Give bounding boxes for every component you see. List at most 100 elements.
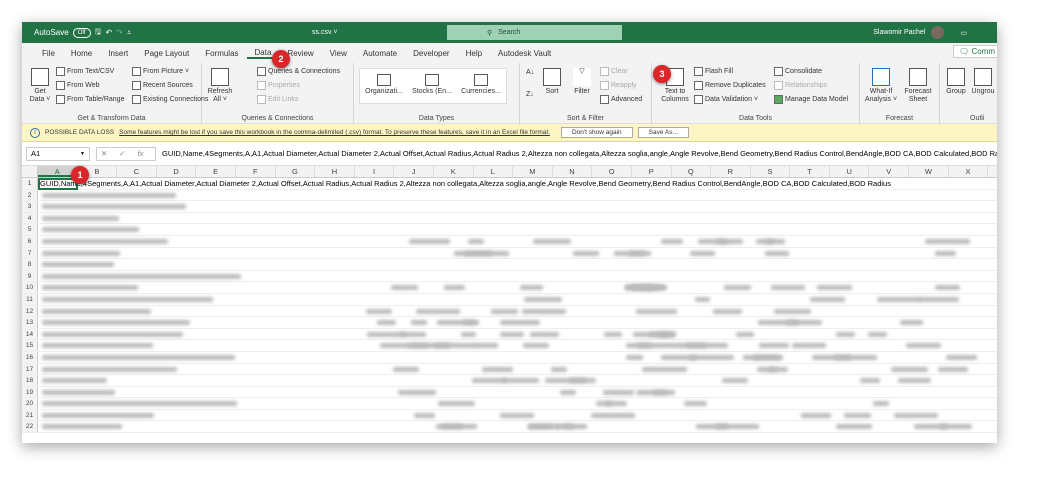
column-header-O[interactable]: O bbox=[592, 166, 632, 177]
refresh-all-button[interactable]: Refresh All ˅ bbox=[206, 68, 234, 104]
row-header[interactable]: 9 bbox=[22, 270, 38, 282]
advanced-filter-button[interactable]: Advanced bbox=[600, 95, 642, 104]
tab-insert[interactable]: Insert bbox=[100, 49, 136, 58]
spreadsheet-grid[interactable]: ABCDEFGHIJKLMNOPQRSTUVWX 1 GUID,Name,4Seg… bbox=[22, 166, 997, 434]
tab-formulas[interactable]: Formulas bbox=[197, 49, 246, 58]
column-header-T[interactable]: T bbox=[790, 166, 830, 177]
data-types-gallery[interactable]: Organizati... Stocks (En... Currencies..… bbox=[359, 68, 507, 104]
column-header-C[interactable]: C bbox=[117, 166, 157, 177]
column-header-X[interactable]: X bbox=[949, 166, 989, 177]
column-header-S[interactable]: S bbox=[751, 166, 791, 177]
save-icon[interactable]: 🖫 bbox=[95, 26, 102, 40]
tab-file[interactable]: File bbox=[34, 49, 63, 58]
remove-duplicates-button[interactable]: Remove Duplicates bbox=[694, 81, 766, 90]
cancel-icon[interactable]: ✕ bbox=[101, 149, 107, 158]
relationships-button[interactable]: Relationships bbox=[774, 81, 827, 90]
row-header[interactable]: 13 bbox=[22, 317, 38, 328]
name-box[interactable]: A1 ▼ bbox=[26, 146, 90, 161]
manage-data-model-button[interactable]: Manage Data Model bbox=[774, 95, 848, 104]
flash-fill-button[interactable]: Flash Fill bbox=[694, 67, 733, 76]
row-header[interactable]: 10 bbox=[22, 282, 38, 293]
column-header-V[interactable]: V bbox=[869, 166, 910, 177]
column-header-E[interactable]: E bbox=[196, 166, 236, 177]
group-button[interactable]: Group bbox=[944, 68, 968, 96]
file-name[interactable]: ss.csv ˅ bbox=[312, 29, 337, 36]
row-header[interactable]: 5 bbox=[22, 224, 38, 235]
row-header[interactable]: 6 bbox=[22, 235, 38, 247]
column-header-W[interactable]: W bbox=[909, 166, 949, 177]
column-header-U[interactable]: U bbox=[830, 166, 870, 177]
edit-links-button[interactable]: Edit Links bbox=[257, 95, 298, 104]
sort-button[interactable]: Sort bbox=[542, 68, 562, 96]
tab-page-layout[interactable]: Page Layout bbox=[136, 49, 197, 58]
row-header[interactable]: 2 bbox=[22, 189, 38, 201]
customize-icon[interactable]: ⩡ bbox=[127, 28, 132, 38]
column-header-R[interactable]: R bbox=[711, 166, 751, 177]
enter-icon[interactable]: ✓ bbox=[119, 149, 125, 158]
column-header-D[interactable]: D bbox=[157, 166, 197, 177]
get-data-button[interactable]: Get Data ˅ bbox=[28, 68, 52, 104]
row-header[interactable]: 22 bbox=[22, 421, 38, 433]
queries-connections-button[interactable]: Queries & Connections bbox=[257, 67, 340, 76]
autosave-toggle[interactable]: Off bbox=[72, 27, 91, 38]
row-header[interactable]: 1 bbox=[22, 178, 38, 189]
consolidate-button[interactable]: Consolidate bbox=[774, 67, 822, 76]
row-header[interactable]: 4 bbox=[22, 212, 38, 224]
column-header-M[interactable]: M bbox=[513, 166, 553, 177]
from-picture-button[interactable]: From Picture ˅ bbox=[132, 67, 189, 76]
notification-message[interactable]: Some features might be lost if you save … bbox=[119, 129, 550, 136]
row-header[interactable]: 12 bbox=[22, 305, 38, 317]
row-header[interactable]: 17 bbox=[22, 363, 38, 375]
column-header-H[interactable]: H bbox=[315, 166, 355, 177]
column-header-J[interactable]: J bbox=[394, 166, 434, 177]
row-header[interactable]: 3 bbox=[22, 201, 38, 212]
filter-button[interactable]: ▽ Filter bbox=[572, 68, 592, 96]
from-table-button[interactable]: From Table/Range bbox=[56, 95, 124, 104]
search-box[interactable]: ⚲ Search bbox=[447, 25, 622, 40]
tab-home[interactable]: Home bbox=[63, 49, 100, 58]
select-all-corner[interactable] bbox=[22, 166, 38, 177]
row-header[interactable]: 14 bbox=[22, 328, 38, 340]
comments-button[interactable]: 🗨 Comm bbox=[953, 45, 997, 58]
dont-show-again-button[interactable]: Don't show again bbox=[561, 127, 633, 138]
column-header-N[interactable]: N bbox=[553, 166, 593, 177]
properties-button[interactable]: Properties bbox=[257, 81, 300, 90]
column-header-K[interactable]: K bbox=[434, 166, 474, 177]
row-header[interactable]: 21 bbox=[22, 409, 38, 421]
column-header-L[interactable]: L bbox=[474, 166, 514, 177]
data-validation-button[interactable]: Data Validation ˅ bbox=[694, 95, 758, 104]
row-header[interactable]: 18 bbox=[22, 375, 38, 386]
row-header[interactable]: 8 bbox=[22, 259, 38, 270]
forecast-sheet-button[interactable]: Forecast Sheet bbox=[902, 68, 934, 104]
redo-icon[interactable]: ↷ bbox=[116, 28, 123, 37]
tab-autodesk-vault[interactable]: Autodesk Vault bbox=[490, 49, 559, 58]
organization-type[interactable]: Organizati... bbox=[362, 74, 406, 96]
what-if-button[interactable]: What-If Analysis ˅ bbox=[864, 68, 898, 104]
row-header[interactable]: 7 bbox=[22, 247, 38, 259]
tab-help[interactable]: Help bbox=[458, 49, 490, 58]
reapply-button[interactable]: Reapply bbox=[600, 81, 637, 90]
row-header[interactable]: 15 bbox=[22, 340, 38, 351]
tab-view[interactable]: View bbox=[322, 49, 355, 58]
column-header-G[interactable]: G bbox=[276, 166, 316, 177]
column-header-I[interactable]: I bbox=[355, 166, 395, 177]
row-header[interactable]: 16 bbox=[22, 351, 38, 363]
tab-automate[interactable]: Automate bbox=[355, 49, 405, 58]
row-header[interactable]: 11 bbox=[22, 293, 38, 305]
sort-descending-button[interactable]: Z↓ bbox=[526, 91, 534, 98]
cell-a1[interactable]: GUID,Name,4Segments,A,A1,Actual Diameter… bbox=[38, 178, 891, 189]
existing-connections-button[interactable]: Existing Connections bbox=[132, 95, 208, 104]
ungroup-button[interactable]: Ungrou bbox=[970, 68, 996, 96]
column-header-P[interactable]: P bbox=[632, 166, 672, 177]
recent-sources-button[interactable]: Recent Sources bbox=[132, 81, 193, 90]
avatar[interactable] bbox=[931, 26, 945, 39]
insert-function-icon[interactable]: fx bbox=[138, 149, 144, 158]
save-as-button[interactable]: Save As... bbox=[637, 127, 689, 138]
user-name[interactable]: Slawomir Pachel bbox=[873, 29, 925, 36]
row-header[interactable]: 20 bbox=[22, 398, 38, 409]
sort-ascending-button[interactable]: A↓ bbox=[526, 69, 534, 76]
stocks-type[interactable]: Stocks (En... bbox=[410, 74, 454, 96]
undo-icon[interactable]: ↶ bbox=[105, 28, 112, 37]
row-header[interactable]: 19 bbox=[22, 386, 38, 398]
column-header-F[interactable]: F bbox=[236, 166, 276, 177]
